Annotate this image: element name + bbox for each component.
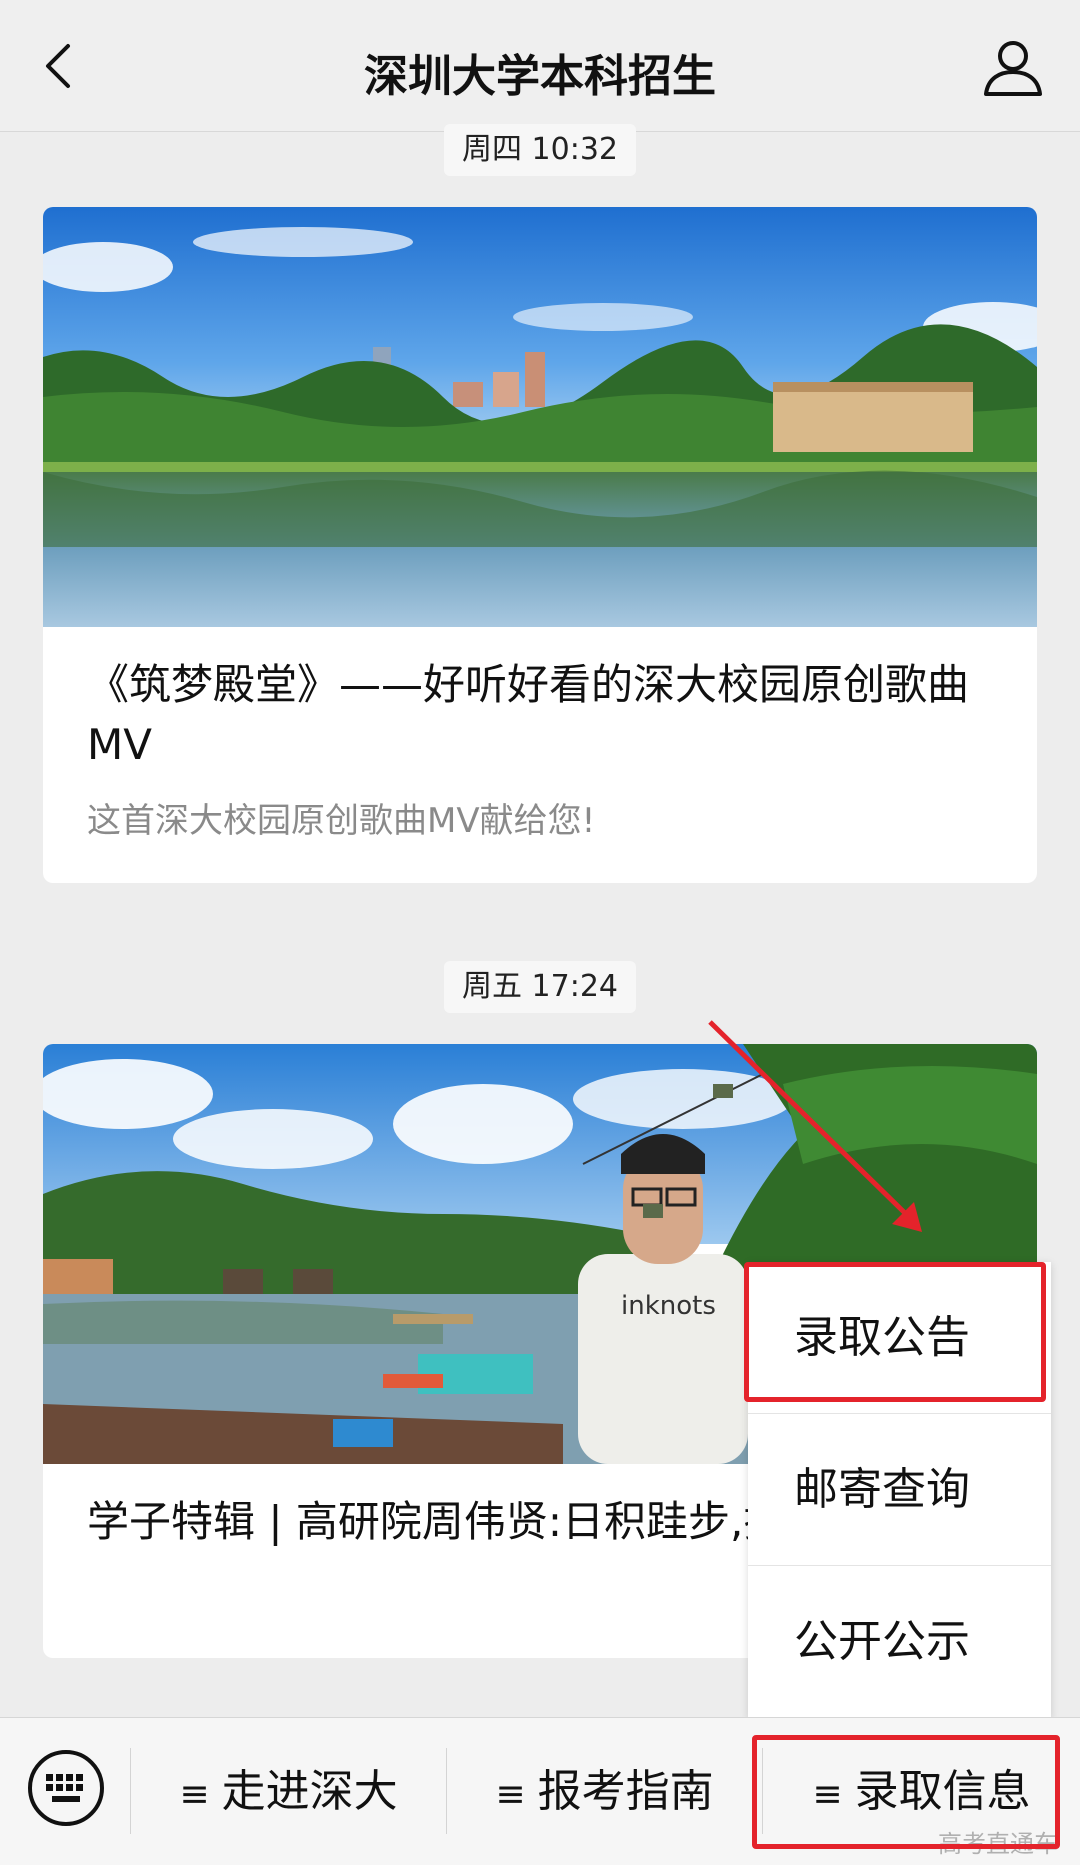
- chat-header: 深圳大学本科招生: [0, 0, 1080, 132]
- bottom-menu-bar: ≡ 走进深大 ≡ 报考指南 ≡ 录取信息 高考直通车: [0, 1717, 1080, 1865]
- keyboard-icon[interactable]: [26, 1748, 106, 1828]
- article-card[interactable]: 《筑梦殿堂》——好听好看的深大校园原创歌曲MV 这首深大校园原创歌曲MV献给您!: [43, 207, 1037, 883]
- menu-item-admission-notice[interactable]: 录取公告: [748, 1262, 1051, 1414]
- menu-button-guide[interactable]: ≡ 报考指南: [447, 1718, 762, 1865]
- shirt-text: inknots: [621, 1291, 716, 1321]
- article-description: 这首深大校园原创歌曲MV献给您!: [87, 801, 596, 841]
- menu-item-public-notice[interactable]: 公开公示: [748, 1566, 1051, 1718]
- menu-bars-icon: ≡: [179, 1774, 210, 1815]
- submenu-popup: 录取公告 邮寄查询 公开公示: [748, 1262, 1051, 1718]
- menu-bars-icon: ≡: [495, 1774, 526, 1815]
- user-profile-icon[interactable]: [980, 34, 1046, 100]
- page-title: 深圳大学本科招生: [364, 51, 716, 102]
- message-timestamp: 周五 17:24: [444, 961, 636, 1013]
- article-title: 《筑梦殿堂》——好听好看的深大校园原创歌曲MV: [87, 660, 970, 769]
- menu-item-mail-query[interactable]: 邮寄查询: [748, 1414, 1051, 1566]
- message-timestamp: 周四 10:32: [444, 124, 636, 176]
- menu-button-about[interactable]: ≡ 走进深大: [131, 1718, 446, 1865]
- menu-bars-icon: ≡: [812, 1774, 843, 1815]
- campus-lake-image: [43, 207, 1037, 627]
- watermark: 高考直通车: [938, 1830, 1058, 1858]
